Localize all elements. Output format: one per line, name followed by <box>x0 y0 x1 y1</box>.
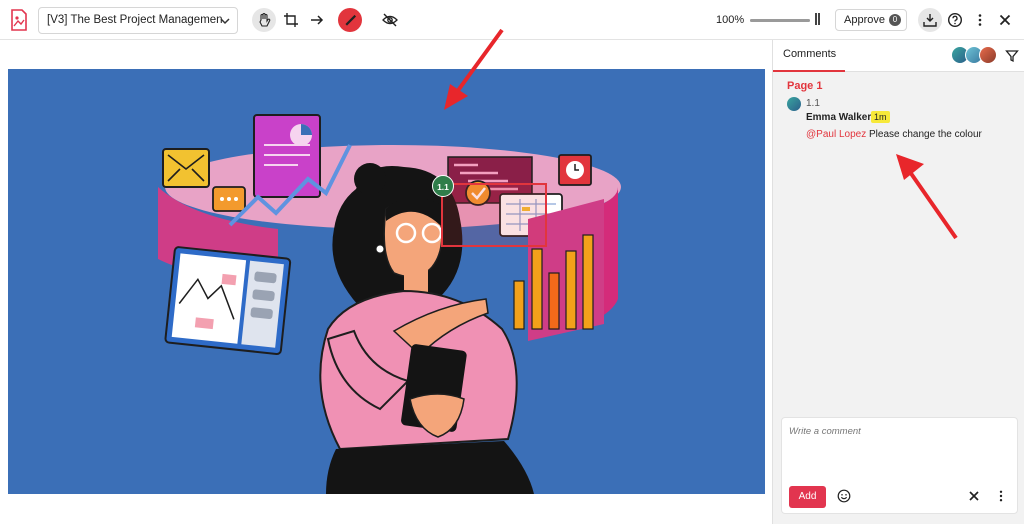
comment-number: 1.1 <box>806 98 820 109</box>
comment-message: Please change the colour <box>868 129 982 140</box>
approve-button[interactable]: Approve 0 <box>835 9 907 31</box>
download-icon <box>923 14 937 27</box>
close-icon <box>999 14 1011 26</box>
zoom-level: 100% <box>716 14 745 26</box>
comment-author: Emma Walker <box>806 112 872 123</box>
approve-label: Approve <box>844 14 885 26</box>
download-button[interactable] <box>918 8 942 32</box>
zoom-slider-handle[interactable] <box>815 13 817 25</box>
pen-tool-button[interactable] <box>338 8 362 32</box>
comment-mention[interactable]: @Paul Lopez <box>806 129 866 140</box>
comment-time-badge: 1m <box>871 111 890 123</box>
zoom-slider[interactable] <box>750 19 810 22</box>
region-tool-button[interactable] <box>279 8 303 32</box>
more-icon <box>978 14 982 26</box>
file-icon[interactable] <box>10 9 28 31</box>
zoom-slider-fill <box>750 19 810 22</box>
help-button[interactable] <box>943 8 967 32</box>
proofing-app: [V3] The Best Project Managemen 100% App… <box>0 0 1024 524</box>
help-icon <box>947 12 963 28</box>
arrow-icon <box>311 15 324 25</box>
comment-author-avatar <box>787 97 801 111</box>
comment-text[interactable]: @Paul Lopez Please change the colour <box>806 128 1006 142</box>
comment-pin[interactable]: 1.1 <box>432 175 454 197</box>
emoji-icon[interactable] <box>837 489 851 503</box>
file-selector[interactable]: [V3] The Best Project Managemen <box>38 7 238 34</box>
arrow-tool-button[interactable] <box>305 8 329 32</box>
hide-annotations-button[interactable] <box>378 8 402 32</box>
more-icon[interactable] <box>994 489 1008 503</box>
close-button[interactable] <box>993 8 1017 32</box>
hand-tool-button[interactable] <box>252 8 276 32</box>
comment-region-highlight[interactable] <box>441 183 547 247</box>
close-icon[interactable] <box>967 489 981 503</box>
add-comment-button[interactable]: Add <box>789 486 826 508</box>
toolbar: [V3] The Best Project Managemen 100% App… <box>0 0 1024 40</box>
filter-icon[interactable] <box>1005 49 1019 63</box>
design-artboard[interactable]: 1.1 <box>8 69 765 494</box>
more-options-button[interactable] <box>968 8 992 32</box>
comments-sidebar: Comments Page 1 1.1 Emma Walker 1m @Paul… <box>772 40 1024 524</box>
chevron-down-icon <box>220 18 230 25</box>
eye-off-icon <box>382 13 398 27</box>
approve-count-badge: 0 <box>889 14 901 26</box>
hand-icon <box>259 12 271 27</box>
page-heading: Page 1 <box>787 80 823 92</box>
tab-comments[interactable]: Comments <box>773 40 845 72</box>
comment-compose-box[interactable]: Write a comment Add <box>781 417 1018 514</box>
avatar <box>979 46 997 64</box>
comment-input[interactable]: Write a comment <box>789 426 861 437</box>
sidebar-tabs: Comments <box>773 40 1024 72</box>
crop-icon <box>284 13 298 27</box>
file-name: [V3] The Best Project Managemen <box>47 14 223 26</box>
canvas-area[interactable]: 1.1 <box>0 41 773 524</box>
project-management-illustration <box>158 114 621 494</box>
pen-icon <box>345 14 357 26</box>
